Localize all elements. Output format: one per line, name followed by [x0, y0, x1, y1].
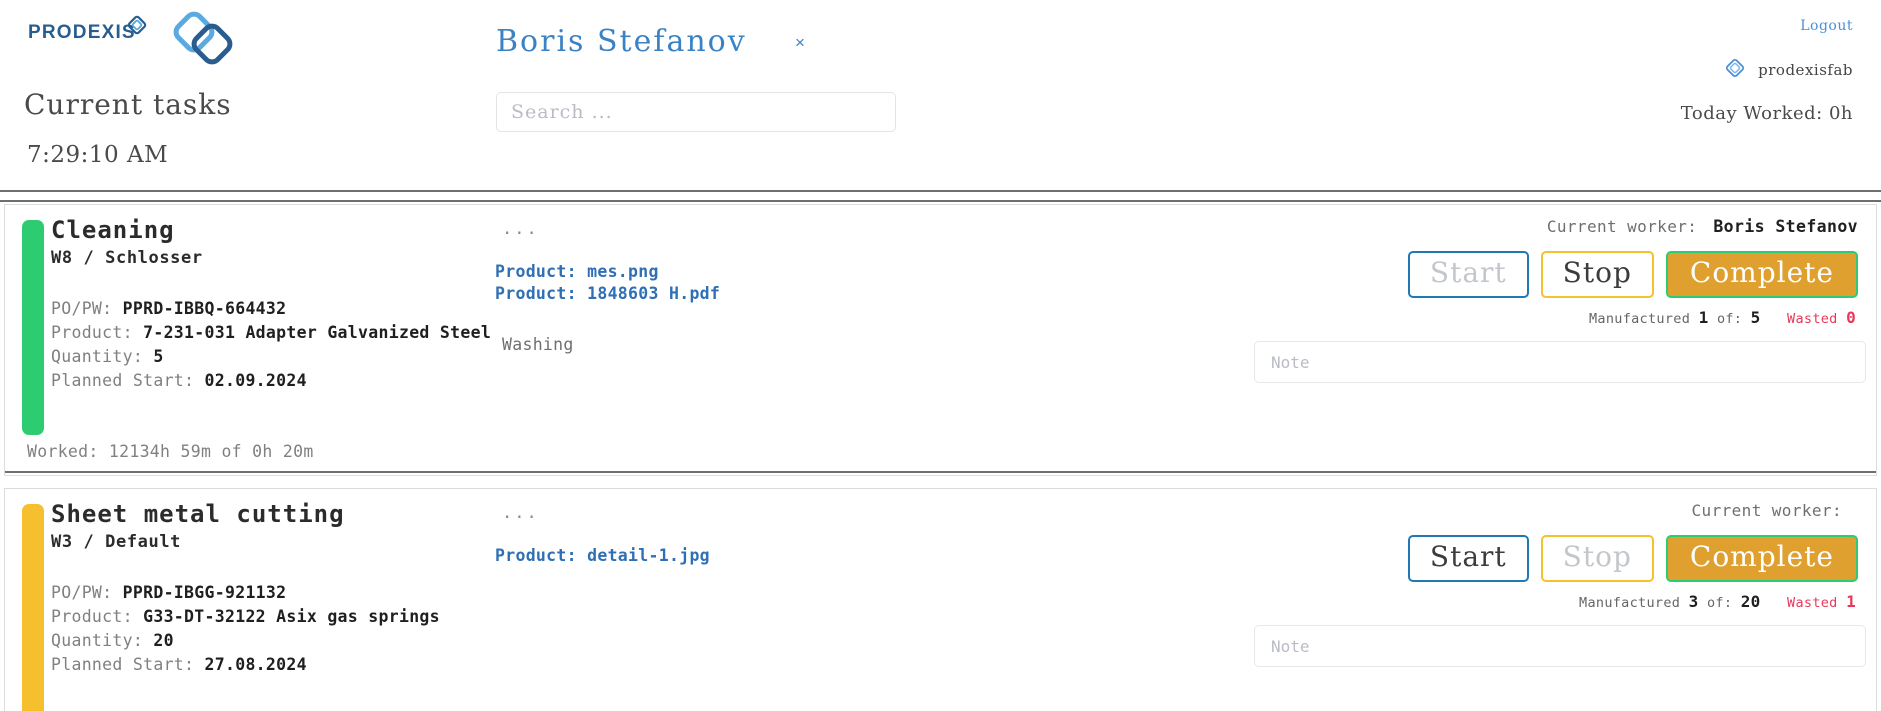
task-documents-column: ... Product: detail-1.jpg — [495, 503, 1055, 597]
brand-small-diamond-icon — [126, 14, 148, 40]
task-action-buttons: Start Stop Complete — [1226, 251, 1866, 299]
task-current-worker: Current worker: — [1226, 501, 1866, 520]
current-worker-label: Current worker: — [1546, 217, 1698, 236]
interlocking-diamonds-logo-icon — [170, 8, 238, 74]
task-card-1[interactable]: Sheet metal cutting W3 / Default PO/PW: … — [4, 488, 1877, 711]
planned-start-label: Planned Start: — [51, 370, 195, 390]
task-workplace: W8 / Schlosser — [51, 247, 203, 268]
task-planned-start: Planned Start: 02.09.2024 — [51, 369, 511, 393]
task-status-bar — [22, 220, 44, 435]
product-label: Product: — [51, 322, 133, 342]
stop-button[interactable]: Stop — [1540, 251, 1654, 299]
task-more-dots[interactable]: ... — [502, 219, 1055, 239]
today-worked-total: Today Worked: 0h — [1680, 103, 1853, 124]
app-header: PRODEXIS Current tasks 7:29:10 AM Boris … — [0, 0, 1881, 202]
task-meta: PO/PW: PPRD-IBGG-921132 Product: G33-DT-… — [51, 581, 511, 677]
quantity-value: 5 — [153, 346, 164, 366]
quantity-label: Quantity: — [51, 630, 144, 650]
task-board-page: PRODEXIS Current tasks 7:29:10 AM Boris … — [0, 0, 1881, 711]
logout-link[interactable]: Logout — [1800, 18, 1853, 34]
task-details-column: Sheet metal cutting W3 / Default PO/PW: … — [51, 500, 511, 677]
task-document-list: Product: detail-1.jpg — [495, 545, 1055, 567]
manufactured-label: Manufactured — [1579, 595, 1681, 612]
task-quantity: Quantity: 5 — [51, 345, 511, 369]
task-details-column: Cleaning W8 / Schlosser PO/PW: PPRD-IBBQ… — [51, 216, 511, 393]
task-product: Product: G33-DT-32122 Asix gas springs — [51, 605, 511, 629]
po-pw-value: PPRD-IBBQ-664432 — [122, 298, 287, 318]
company-badge: prodexisfab — [1725, 58, 1853, 82]
po-pw-label: PO/PW: — [51, 298, 113, 318]
task-action-buttons: Start Stop Complete — [1226, 535, 1866, 583]
wasted-label: Wasted — [1787, 595, 1838, 612]
task-product: Product: 7-231-031 Adapter Galvanized St… — [51, 321, 511, 345]
product-value: G33-DT-32122 Asix gas springs — [143, 606, 440, 626]
complete-button[interactable]: Complete — [1665, 535, 1858, 583]
task-status-bar — [22, 504, 44, 711]
task-counts: Manufactured 3 of: 20 Wasted 1 — [1226, 592, 1866, 611]
brand-logo-text: PRODEXIS — [28, 22, 136, 43]
task-workplace: W3 / Default — [51, 531, 182, 552]
product-value: 7-231-031 Adapter Galvanized Steel — [143, 322, 492, 342]
manufactured-value: 3 — [1688, 592, 1699, 612]
stop-button[interactable]: Stop — [1540, 535, 1654, 583]
document-link-1[interactable]: Product: 1848603 H.pdf — [495, 283, 1055, 305]
task-current-worker: Current worker: Boris Stefanov — [1226, 217, 1866, 236]
company-name: prodexisfab — [1758, 61, 1853, 79]
manufactured-value: 1 — [1698, 308, 1709, 328]
search-input[interactable] — [496, 92, 896, 132]
of-label: of: — [1716, 311, 1743, 328]
task-document-list: Product: mes.png Product: 1848603 H.pdf — [495, 261, 1055, 305]
task-card-divider — [5, 471, 1876, 473]
manufactured-label: Manufactured — [1588, 311, 1691, 328]
clear-worker-close-icon[interactable]: × — [795, 33, 805, 53]
current-worker-label: Current worker: — [1691, 501, 1842, 520]
planned-start-value: 27.08.2024 — [204, 654, 307, 674]
selected-worker-name: Boris Stefanov — [496, 24, 747, 59]
note-input[interactable] — [1254, 625, 1866, 668]
of-label: of: — [1707, 595, 1733, 612]
task-meta: PO/PW: PPRD-IBBQ-664432 Product: 7-231-0… — [51, 297, 511, 393]
task-title: Cleaning — [51, 216, 175, 244]
po-pw-label: PO/PW: — [51, 582, 113, 602]
task-planned-start: Planned Start: 27.08.2024 — [51, 653, 511, 677]
page-title: Current tasks — [24, 88, 232, 121]
of-total-value: 20 — [1740, 592, 1761, 612]
task-counts: Manufactured 1 of: 5 Wasted 0 — [1226, 308, 1866, 327]
diamond-icon — [1725, 58, 1745, 82]
of-total-value: 5 — [1750, 308, 1761, 328]
quantity-label: Quantity: — [51, 346, 144, 366]
po-pw-value: PPRD-IBGG-921132 — [122, 582, 287, 602]
start-button[interactable]: Start — [1407, 535, 1529, 583]
task-po-pw: PO/PW: PPRD-IBBQ-664432 — [51, 297, 511, 321]
task-actions-column: Current worker: Boris Stefanov Start Stop… — [1226, 217, 1866, 384]
quantity-value: 20 — [153, 630, 174, 650]
start-button[interactable]: Start — [1407, 251, 1529, 299]
header-divider-top — [0, 190, 1881, 192]
complete-button[interactable]: Complete — [1665, 251, 1858, 299]
task-list: Cleaning W8 / Schlosser PO/PW: PPRD-IBBQ… — [0, 204, 1881, 711]
planned-start-label: Planned Start: — [51, 654, 195, 674]
task-worked-time: Worked: 12134h 59m of 0h 20m — [27, 442, 314, 461]
task-po-pw: PO/PW: PPRD-IBGG-921132 — [51, 581, 511, 605]
task-more-dots[interactable]: ... — [502, 503, 1055, 523]
task-stage-name: Washing — [502, 334, 574, 354]
document-link-0[interactable]: Product: detail-1.jpg — [495, 545, 1055, 567]
task-title: Sheet metal cutting — [51, 500, 345, 528]
header-divider-bottom — [0, 200, 1881, 202]
current-time: 7:29:10 AM — [27, 142, 169, 168]
task-card-0[interactable]: Cleaning W8 / Schlosser PO/PW: PPRD-IBBQ… — [4, 204, 1877, 476]
task-documents-column: ... Product: mes.png Product: 1848603 H.p… — [495, 219, 1055, 354]
note-input[interactable] — [1254, 341, 1866, 384]
product-label: Product: — [51, 606, 133, 626]
planned-start-value: 02.09.2024 — [204, 370, 307, 390]
wasted-label: Wasted — [1787, 311, 1838, 328]
current-worker-value: Boris Stefanov — [1713, 217, 1858, 236]
wasted-value: 0 — [1846, 308, 1856, 328]
task-quantity: Quantity: 20 — [51, 629, 511, 653]
document-link-0[interactable]: Product: mes.png — [495, 261, 1055, 283]
wasted-value: 1 — [1846, 592, 1856, 612]
task-actions-column: Current worker: Start Stop Complete Manu… — [1226, 501, 1866, 668]
